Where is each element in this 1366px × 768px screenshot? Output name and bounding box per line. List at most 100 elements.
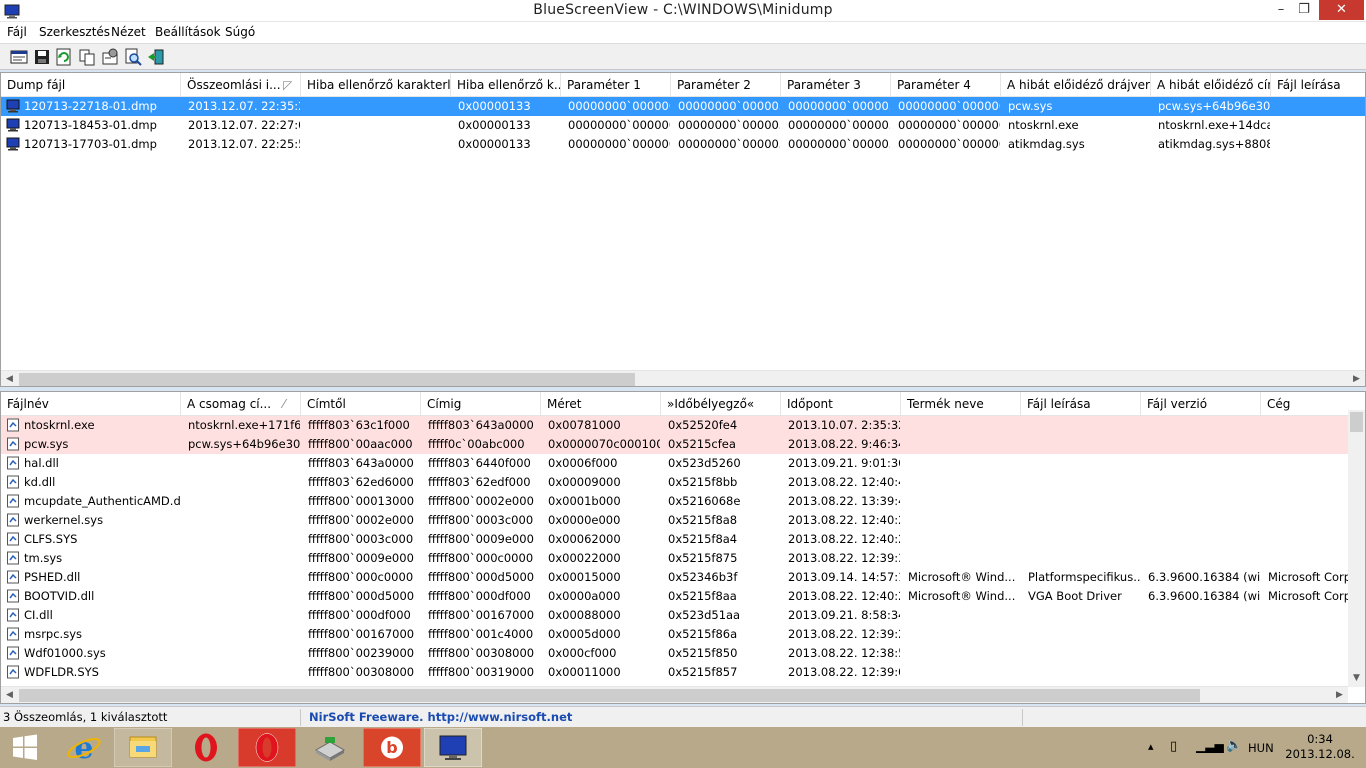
driver-list-row[interactable]: PSHED.dll fffff800`000c0000 fffff800`000d5… — [1, 568, 1350, 587]
driver-list-row[interactable]: hal.dll fffff803`643a0000 fffff803`6440f00… — [1, 454, 1348, 473]
driver-list-hscroll-thumb[interactable] — [19, 689, 1200, 702]
crash-list-cell: 00000000`000005... — [678, 99, 780, 113]
col-file-version[interactable]: Fájl verzió — [1141, 392, 1261, 416]
col-caused-by-driver[interactable]: A hibát előidéző drájver — [1001, 73, 1151, 97]
driver-list-cell: PSHED.dll — [24, 570, 81, 584]
copy-icon[interactable] — [78, 48, 96, 66]
driver-list-cell — [1268, 625, 1350, 644]
col-size[interactable]: Méret — [541, 392, 661, 416]
col-param-4[interactable]: Paraméter 4 — [891, 73, 1001, 97]
driver-list-row[interactable]: BOOTVID.dll fffff800`000d5000 fffff800`000… — [1, 587, 1350, 606]
internet-explorer-icon[interactable]: e — [55, 728, 113, 767]
driver-list-row[interactable]: msrpc.sys fffff800`00167000 fffff800`001c4… — [1, 625, 1348, 644]
app-b-icon[interactable]: b — [363, 728, 421, 767]
language-indicator[interactable]: HUN — [1248, 741, 1274, 755]
col-address-in-stack[interactable]: A csomag cí... ⁄ — [181, 392, 301, 416]
scroll-left-icon[interactable]: ◀ — [1, 371, 18, 386]
driver-list-hscrollbar[interactable]: ◀ ▶ — [1, 686, 1348, 703]
col-timestamp[interactable]: »Időbélyegző« — [661, 392, 781, 416]
col-crash-time[interactable]: Összeomlási i... ◸ — [181, 73, 301, 97]
driver-list-cell — [1028, 530, 1140, 549]
refresh-icon[interactable] — [55, 48, 73, 66]
driver-list-cell: fffff803`643a0000 — [428, 418, 534, 432]
driver-list-row[interactable]: WDFLDR.SYS fffff800`00308000 fffff800`0031… — [1, 663, 1348, 682]
driver-list-row[interactable]: CLFS.SYS fffff800`0003c000 fffff800`0009e0… — [1, 530, 1348, 549]
driver-list-cell — [1028, 473, 1140, 492]
menu-file[interactable]: Fájl — [7, 25, 27, 39]
col-product-name[interactable]: Termék neve — [901, 392, 1021, 416]
driver-list-row[interactable]: CI.dll fffff800`000df000 fffff800`00167000… — [1, 606, 1348, 625]
col-param-3[interactable]: Paraméter 3 — [781, 73, 891, 97]
file-explorer-icon[interactable] — [114, 728, 172, 767]
menu-help[interactable]: Súgó — [225, 25, 255, 39]
driver-list-cell: fffff800`0002e000 — [428, 494, 534, 508]
crash-list-row[interactable]: 120713-17703-01.dmp 2013.12.07. 22:25:56 0… — [1, 135, 1365, 154]
opera-icon[interactable] — [238, 728, 296, 767]
crash-list-cell: 120713-18453-01.dmp — [24, 118, 157, 132]
driver-list-cell — [908, 549, 1020, 568]
volume-icon[interactable]: 🔈 — [1226, 738, 1242, 753]
crash-list-cell: 120713-22718-01.dmp — [24, 99, 157, 113]
properties-icon[interactable] — [10, 48, 28, 66]
driver-list-row[interactable]: pcw.sys pcw.sys+64b96e30 fffff800`00aac000… — [1, 435, 1348, 454]
scroll-down-icon[interactable]: ▼ — [1348, 670, 1365, 687]
network-signal-icon[interactable]: ▁▃▅ — [1196, 739, 1224, 753]
menu-view[interactable]: Nézet — [111, 25, 146, 39]
driver-list-row[interactable]: Wdf01000.sys fffff800`00239000 fffff800`00… — [1, 644, 1348, 663]
opera-icon[interactable] — [177, 728, 235, 767]
driver-list-cell: 0x0005d000 — [548, 627, 621, 641]
driver-list-row[interactable]: mcupdate_AuthenticAMD.dll fffff800`000130… — [1, 492, 1348, 511]
scroll-right-icon[interactable]: ▶ — [1348, 371, 1365, 386]
driver-list-cell — [908, 435, 1020, 454]
driver-list-cell: 0x00022000 — [548, 551, 621, 565]
driver-file-icon — [7, 646, 19, 660]
driver-list-row[interactable]: ntoskrnl.exe ntoskrnl.exe+171f6c fffff803`… — [1, 416, 1348, 435]
driver-list-row[interactable]: tm.sys fffff800`0009e000 fffff800`000c0000… — [1, 549, 1348, 568]
start-icon[interactable] — [0, 728, 50, 767]
driver-list-cell — [1148, 549, 1260, 568]
disk-tool-icon[interactable] — [301, 728, 359, 767]
col-from-address[interactable]: Címtől — [301, 392, 421, 416]
chevron-up-icon[interactable]: ▴ — [1148, 740, 1154, 753]
bluescreenview-icon[interactable] — [424, 728, 482, 767]
menu-options[interactable]: Beállítások — [155, 25, 221, 39]
col-file-description[interactable]: Fájl leírása — [1271, 73, 1365, 97]
nirsoft-link[interactable]: NirSoft Freeware. http://www.nirsoft.net — [309, 710, 572, 724]
maximize-button[interactable]: ❐ — [1291, 0, 1317, 20]
close-button[interactable]: ✕ — [1319, 0, 1364, 20]
find-icon[interactable] — [124, 48, 142, 66]
driver-list-vscrollbar[interactable]: ▼ — [1348, 410, 1365, 687]
col-param-2[interactable]: Paraméter 2 — [671, 73, 781, 97]
driver-list-cell: fffff800`0003c000 — [428, 513, 534, 527]
driver-list-cell — [188, 530, 300, 549]
col-bugcheck-code[interactable]: Hiba ellenőrző k... — [451, 73, 561, 97]
driver-list-row[interactable]: werkernel.sys fffff800`0002e000 fffff800`0… — [1, 511, 1348, 530]
clock[interactable]: 0:34 2013.12.08. — [1280, 732, 1360, 762]
menu-edit[interactable]: Szerkesztés — [39, 25, 110, 39]
driver-list-cell — [188, 625, 300, 644]
driver-list-row[interactable]: kd.dll fffff803`62ed6000 fffff803`62edf000… — [1, 473, 1348, 492]
col-file-description[interactable]: Fájl leírása — [1021, 392, 1141, 416]
save-icon[interactable] — [33, 48, 51, 66]
col-caused-by-address[interactable]: A hibát előidéző cím — [1151, 73, 1271, 97]
col-bugcheck-string[interactable]: Hiba ellenőrző karakterl... — [301, 73, 451, 97]
col-param-1[interactable]: Paraméter 1 — [561, 73, 671, 97]
driver-list-vscroll-thumb[interactable] — [1350, 412, 1363, 432]
battery-icon[interactable]: ▯ — [1170, 739, 1177, 754]
col-filename[interactable]: Fájlnév — [1, 392, 181, 416]
crash-list-hscroll-thumb[interactable] — [19, 373, 635, 386]
scroll-right-icon[interactable]: ▶ — [1331, 687, 1348, 703]
exit-icon[interactable] — [147, 48, 165, 66]
driver-list-cell: 0x00009000 — [548, 475, 621, 489]
crash-list-row[interactable]: 120713-22718-01.dmp 2013.12.07. 22:35:25 0… — [1, 97, 1365, 116]
col-dump-file[interactable]: Dump fájl — [1, 73, 181, 97]
driver-list-cell: Microsoft Corp — [1268, 570, 1350, 584]
col-time-string[interactable]: Időpont — [781, 392, 901, 416]
driver-list-cell: 0x00088000 — [548, 608, 621, 622]
scroll-left-icon[interactable]: ◀ — [1, 687, 18, 703]
driver-list-cell — [188, 606, 300, 625]
col-to-address[interactable]: Címig — [421, 392, 541, 416]
options-icon[interactable] — [101, 48, 119, 66]
crash-list-row[interactable]: 120713-18453-01.dmp 2013.12.07. 22:27:04 0… — [1, 116, 1365, 135]
crash-list-hscrollbar[interactable]: ◀ ▶ — [1, 370, 1365, 386]
